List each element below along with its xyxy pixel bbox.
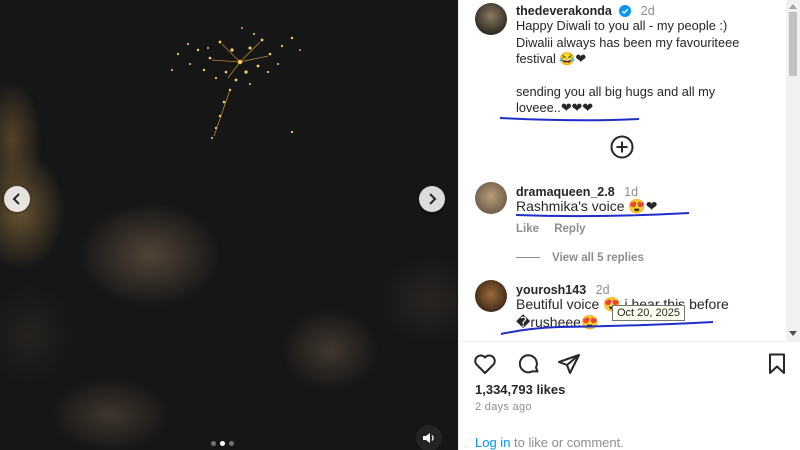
carousel-dot — [229, 441, 234, 446]
view-replies-button[interactable]: View all 5 replies — [516, 252, 644, 264]
commenter-avatar[interactable] — [475, 280, 507, 312]
login-prompt: Log in to like or comment. — [475, 435, 624, 450]
comment-time: 1d — [624, 185, 639, 199]
chevron-left-icon — [12, 193, 20, 205]
scroll-up-arrow-icon[interactable] — [789, 4, 797, 9]
login-prompt-text: to like or comment. — [510, 435, 624, 450]
scrollbar-thumb[interactable] — [789, 12, 797, 76]
post-side-panel: thedeverakonda 2d Happy Diwali to you al… — [458, 0, 800, 450]
caption-line: festival 😂❤ — [516, 51, 587, 66]
timestamp-tooltip: Oct 20, 2025 — [612, 305, 685, 321]
verified-badge-icon — [619, 5, 632, 17]
comments-list[interactable]: thedeverakonda 2d Happy Diwali to you al… — [459, 0, 787, 340]
caption-line: Happy Diwali to you all - my people :) — [516, 18, 728, 33]
comment-text: Rashmika's voice 😍❤ — [516, 198, 658, 214]
fireworks-sparks — [171, 27, 301, 139]
carousel-indicator — [211, 441, 234, 446]
comment-actions: Like Reply — [516, 223, 598, 235]
caption-line: sending you all big hugs and all my — [516, 83, 716, 99]
heart-icon[interactable] — [473, 352, 497, 376]
scroll-down-arrow-icon[interactable] — [789, 331, 797, 336]
post-media[interactable] — [0, 0, 458, 450]
paper-plane-icon[interactable] — [557, 352, 581, 376]
caption-line: loveee..❤❤❤ — [516, 100, 593, 115]
like-comment-button[interactable]: Like — [516, 223, 539, 235]
caption-line: Diwalii always has been my favouriteee — [516, 34, 740, 50]
section-divider — [459, 341, 800, 342]
carousel-dot-active — [220, 441, 225, 446]
commenter-username[interactable]: yourosh143 — [516, 283, 586, 297]
chevron-right-icon — [429, 193, 437, 205]
mute-toggle-button[interactable] — [416, 425, 442, 450]
login-link[interactable]: Log in — [475, 435, 510, 450]
commenter-avatar[interactable] — [475, 182, 507, 214]
caption-text: Happy Diwali to you all - my people :) D… — [516, 18, 776, 117]
likes-count[interactable]: 1,334,793 likes — [475, 382, 565, 397]
speaker-icon — [423, 433, 434, 443]
post-date: 2 days ago — [475, 401, 532, 413]
carousel-dot — [211, 441, 216, 446]
plus-circle-icon[interactable] — [609, 134, 635, 160]
author-avatar[interactable] — [475, 3, 507, 35]
bookmark-icon[interactable] — [765, 352, 789, 376]
reply-button[interactable]: Reply — [554, 223, 585, 235]
comment-text: �rusheee😍 — [516, 314, 599, 330]
comment-bubble-icon[interactable] — [517, 352, 541, 376]
comment-time: 2d — [595, 283, 610, 297]
replies-divider — [516, 257, 540, 259]
next-slide-button[interactable] — [419, 186, 445, 212]
post-actions-bar — [473, 352, 789, 378]
post-time: 2d — [640, 4, 655, 18]
view-replies-label: View all 5 replies — [552, 252, 644, 264]
comments-scrollbar[interactable] — [786, 0, 800, 342]
previous-slide-button[interactable] — [4, 186, 30, 212]
commenter-username[interactable]: dramaqueen_2.8 — [516, 185, 615, 199]
author-username[interactable]: thedeverakonda — [516, 4, 612, 18]
